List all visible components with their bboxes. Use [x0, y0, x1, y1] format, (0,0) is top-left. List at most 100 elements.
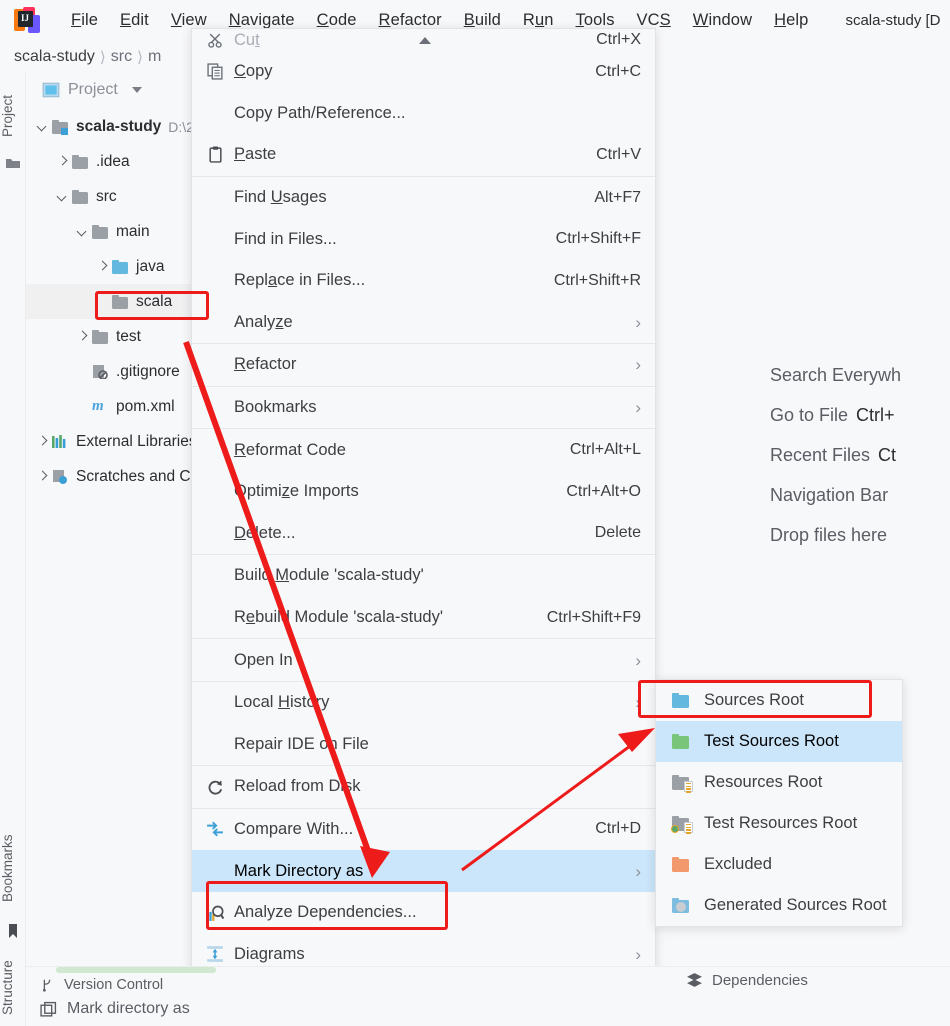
folder-grey-icon: [72, 154, 89, 169]
menu-edit[interactable]: Edit: [109, 9, 160, 32]
menu-item-analyze[interactable]: Analyze ›: [192, 302, 655, 344]
hint-label: Recent Files: [770, 444, 871, 465]
tool-window-strip-left: Project Bookmarks Structure: [0, 73, 26, 1026]
submenu-item-label: Test Sources Root: [704, 732, 839, 750]
menu-item-dependencies[interactable]: Dependencies: [686, 972, 808, 989]
tree-node-label: src: [96, 187, 117, 205]
breadcrumb-item-1[interactable]: src: [111, 48, 132, 66]
project-folder-icon: [6, 159, 20, 168]
submenu-item-excluded[interactable]: Excluded: [656, 844, 902, 885]
bookmark-icon: [9, 924, 17, 938]
menu-item-reload-from-disk[interactable]: Reload from Disk: [192, 766, 655, 808]
chevron-right-icon[interactable]: [96, 260, 110, 274]
menu-item-label: Bookmarks: [234, 398, 317, 417]
menu-item-compare-with[interactable]: Compare With... Ctrl+D: [192, 809, 655, 851]
chevron-right-icon: ›: [635, 861, 641, 881]
hint-shortcut: Ct: [878, 444, 897, 465]
libraries-icon: [52, 434, 69, 449]
menu-item-label: Find Usages: [234, 188, 327, 207]
tree-node--idea[interactable]: .idea: [26, 144, 199, 179]
submenu-item-test-sources-root[interactable]: Test Sources Root: [656, 721, 902, 762]
scratches-icon: [52, 469, 69, 484]
menu-item-reformat-code[interactable]: Reformat Code Ctrl+Alt+L: [192, 429, 655, 471]
tree-node-label: .idea: [96, 152, 130, 170]
folder-resources-icon: [672, 774, 693, 793]
menu-scroll-up[interactable]: [192, 29, 657, 51]
menu-item-optimize-imports[interactable]: Optimize Imports Ctrl+Alt+O: [192, 471, 655, 513]
chevron-down-icon[interactable]: [131, 87, 142, 93]
menu-item-replace-in-files[interactable]: Replace in Files... Ctrl+Shift+R: [192, 260, 655, 302]
tree-node-label: Scratches and Co: [76, 467, 200, 485]
status-bar: Version Control Mark directory as: [26, 966, 950, 1026]
tree-node-label: pom.xml: [116, 397, 175, 415]
tree-node-main[interactable]: main: [26, 214, 199, 249]
menu-item-analyze-dependencies[interactable]: Analyze Dependencies...: [192, 892, 655, 934]
paste-icon: [204, 146, 226, 164]
menu-item-copy-path-reference[interactable]: Copy Path/Reference...: [192, 93, 655, 135]
menu-item-paste[interactable]: Paste Ctrl+V: [192, 134, 655, 176]
folder-generated-icon: [672, 897, 692, 914]
menu-item-shortcut: Alt+F7: [594, 188, 641, 206]
menu-item-label: Copy Path/Reference...: [234, 103, 406, 122]
tree-node-pom-xml[interactable]: m pom.xml: [26, 389, 199, 424]
sidebar-item-structure[interactable]: Structure: [0, 948, 26, 1026]
chevron-down-icon[interactable]: [76, 225, 90, 239]
menu-item-refactor[interactable]: Refactor ›: [192, 344, 655, 386]
menu-item-copy[interactable]: Copy Ctrl+C: [192, 51, 655, 93]
chevron-down-icon[interactable]: [36, 120, 50, 134]
chevron-right-icon[interactable]: [76, 330, 90, 344]
project-panel-header[interactable]: Project: [26, 73, 199, 107]
menu-item-shortcut: Delete: [594, 524, 641, 542]
tree-node-scala-study[interactable]: scala-study D:\2: [26, 109, 199, 144]
chevron-right-icon[interactable]: [56, 155, 70, 169]
submenu-item-resources-root[interactable]: Resources Root: [656, 762, 902, 803]
context-menu[interactable]: Cut Ctrl+X Copy Ctrl+C Copy Path/Reference..…: [191, 28, 657, 977]
submenu-item-test-resources-root[interactable]: Test Resources Root: [656, 803, 902, 844]
mark-directory-as-submenu[interactable]: Sources Root Test Sources Root Resources R…: [655, 679, 903, 927]
breadcrumb-item-0[interactable]: scala-study: [14, 48, 95, 66]
sidebar-item-project[interactable]: Project: [0, 81, 26, 151]
menu-help[interactable]: Help: [763, 9, 819, 32]
tree-node-java[interactable]: java: [26, 249, 199, 284]
breadcrumb-item-2[interactable]: m: [148, 48, 161, 66]
chevron-right-icon[interactable]: [36, 470, 50, 484]
chevron-right-icon[interactable]: [36, 435, 50, 449]
menu-item-local-history[interactable]: Local History ›: [192, 682, 655, 724]
tree-node--gitignore[interactable]: .gitignore: [26, 354, 199, 389]
menu-item-shortcut: Ctrl+Shift+F: [555, 230, 641, 248]
submenu-item-generated-sources-root[interactable]: Generated Sources Root: [656, 885, 902, 926]
tree-node-test[interactable]: test: [26, 319, 199, 354]
menu-window[interactable]: Window: [682, 9, 763, 32]
menu-item-shortcut: Ctrl+Shift+R: [553, 271, 641, 289]
hint-go-to-file: Go to File Ctrl+: [770, 395, 950, 435]
tree-node-external-libraries[interactable]: External Libraries: [26, 424, 199, 459]
folder-orange-icon: [672, 856, 692, 873]
chevron-right-icon: ›: [635, 398, 641, 418]
gitignore-file-icon: [92, 364, 109, 380]
tree-node-scala[interactable]: scala: [26, 284, 199, 319]
project-tree[interactable]: scala-study D:\2 .idea src main java scala test…: [26, 107, 199, 494]
chevron-down-icon[interactable]: [56, 190, 70, 204]
menu-item-delete[interactable]: Delete... Delete: [192, 513, 655, 555]
menu-item-build-module--scala-study[interactable]: Build Module 'scala-study': [192, 555, 655, 597]
status-mark-directory[interactable]: Mark directory as: [26, 995, 950, 1023]
menu-item-label: Refactor: [234, 355, 297, 374]
compare-icon: [204, 820, 226, 838]
menu-item-find-in-files[interactable]: Find in Files... Ctrl+Shift+F: [192, 218, 655, 260]
submenu-item-label: Sources Root: [704, 691, 804, 709]
menu-file[interactable]: File: [60, 9, 109, 32]
chevron-right-icon: ›: [635, 312, 641, 332]
menu-item-bookmarks[interactable]: Bookmarks ›: [192, 387, 655, 429]
folder-blue-icon: [112, 259, 129, 274]
menu-item-mark-directory-as[interactable]: Mark Directory as ›: [192, 850, 655, 892]
menu-item-repair-ide-on-file[interactable]: Repair IDE on File: [192, 724, 655, 766]
menu-item-rebuild-module--scala-study[interactable]: Rebuild Module 'scala-study' Ctrl+Shift+F…: [192, 597, 655, 639]
submenu-item-sources-root[interactable]: Sources Root: [656, 680, 902, 721]
menu-item-label: Local History: [234, 693, 330, 712]
sidebar-item-bookmarks[interactable]: Bookmarks: [0, 818, 26, 918]
tree-node-scratches-and-co[interactable]: Scratches and Co: [26, 459, 199, 494]
menu-item-find-usages[interactable]: Find Usages Alt+F7: [192, 177, 655, 219]
menu-item-open-in[interactable]: Open In ›: [192, 639, 655, 681]
tree-node-src[interactable]: src: [26, 179, 199, 214]
